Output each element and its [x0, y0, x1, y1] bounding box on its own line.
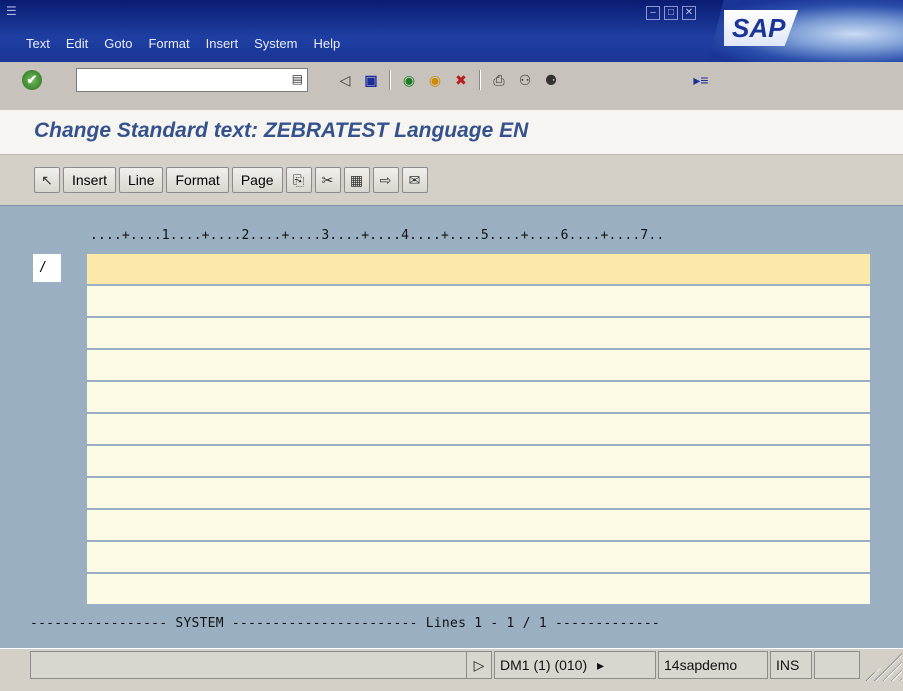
editor-line[interactable] [87, 318, 870, 350]
cut-icon[interactable]: ✂ [314, 167, 341, 193]
editor-line[interactable] [87, 446, 870, 478]
editor-line[interactable] [87, 350, 870, 382]
enter-icon[interactable]: ✔ [22, 70, 42, 90]
dropdown-icon[interactable]: ▤ [292, 72, 303, 86]
sap-logo-text: SAP [724, 10, 798, 46]
find-next-icon[interactable]: ⚈ [540, 70, 562, 90]
comment-icon[interactable]: ✉ [401, 167, 428, 193]
menu: Text Edit Goto Format Insert System Help [26, 36, 340, 51]
format-button[interactable]: Format [166, 167, 229, 193]
server-field: 14sapdemo [658, 651, 768, 679]
menu-format[interactable]: Format [148, 36, 189, 51]
menu-help[interactable]: Help [313, 36, 340, 51]
title-bar: Change Standard text: ZEBRATEST Language… [0, 110, 903, 155]
customize-layout-icon[interactable]: ▸≡ [690, 70, 712, 90]
sap-logo: SAP [708, 0, 903, 62]
status-bar: ▷ DM1 (1) (010) ▸ 14sapdemo INS [0, 648, 903, 691]
save-icon[interactable]: ▣ [360, 70, 382, 90]
separator [389, 70, 391, 90]
menu-text[interactable]: Text [26, 36, 50, 51]
column-ruler: ....+....1....+....2....+....3....+....4… [90, 228, 665, 243]
exit-icon[interactable]: ◉ [424, 70, 446, 90]
standard-toolbar: ✔ ▤ ◁ ▣ ◉ ◉ ✖ ⎙ ⚇ ⚈ ▸≡ [0, 62, 903, 111]
system-menu-icon[interactable]: ☰ [6, 4, 20, 18]
editor-line[interactable] [87, 414, 870, 446]
insert-mode-field[interactable]: INS [770, 651, 812, 679]
clipboard-icon[interactable]: ⎘ [285, 167, 312, 193]
editor-line[interactable] [87, 478, 870, 510]
editor-footer: ----------------- SYSTEM ---------------… [30, 616, 660, 631]
menu-system[interactable]: System [254, 36, 297, 51]
menu-edit[interactable]: Edit [66, 36, 88, 51]
system-info: DM1 (1) (010) [500, 657, 588, 673]
page-button[interactable]: Page [231, 167, 283, 193]
paragraph-format-field[interactable]: / [33, 254, 61, 282]
editor-line[interactable] [87, 254, 870, 286]
editor-line[interactable] [87, 286, 870, 318]
editor-line[interactable] [87, 382, 870, 414]
menu-bar: ☰ Text Edit Goto Format Insert System He… [0, 0, 903, 62]
close-icon[interactable]: ✕ [682, 6, 696, 20]
expand-status-icon[interactable]: ▷ [466, 651, 492, 679]
move-icon[interactable]: ⇨ [372, 167, 399, 193]
find-icon[interactable]: ⚇ [514, 70, 536, 90]
page-title: Change Standard text: ZEBRATEST Language… [34, 119, 529, 142]
minimize-icon[interactable]: – [646, 6, 660, 20]
print-icon[interactable]: ⎙ [488, 70, 510, 90]
select-cursor-icon[interactable]: ↖ [34, 167, 60, 193]
line-button[interactable]: Line [119, 167, 164, 193]
system-field: DM1 (1) (010) ▸ [494, 651, 656, 679]
separator [479, 70, 481, 90]
application-toolbar: ↖ Insert Line Format Page ⎘ ✂ ▦ ⇨ ✉ [0, 155, 903, 205]
window-buttons: – □ ✕ [646, 6, 696, 20]
maximize-icon[interactable]: □ [664, 6, 678, 20]
back-arrow-icon[interactable]: ◁ [334, 70, 356, 90]
editor-lines [87, 254, 870, 606]
command-field[interactable]: ▤ [76, 68, 308, 92]
paste-icon[interactable]: ▦ [343, 167, 370, 193]
menu-goto[interactable]: Goto [104, 36, 132, 51]
toolbar-icons: ◁ ▣ ◉ ◉ ✖ ⎙ ⚇ ⚈ [334, 70, 562, 90]
menu-insert[interactable]: Insert [206, 36, 239, 51]
text-editor: ....+....1....+....2....+....3....+....4… [0, 205, 903, 648]
system-info-icon[interactable]: ▸ [597, 657, 604, 673]
back-icon[interactable]: ◉ [398, 70, 420, 90]
resize-grip[interactable] [862, 653, 902, 681]
editor-line[interactable] [87, 542, 870, 574]
insert-button[interactable]: Insert [63, 167, 117, 193]
cancel-icon[interactable]: ✖ [450, 70, 472, 90]
empty-status-field [814, 651, 860, 679]
editor-line[interactable] [87, 510, 870, 542]
editor-line[interactable] [87, 574, 870, 606]
status-message-field [30, 651, 492, 679]
